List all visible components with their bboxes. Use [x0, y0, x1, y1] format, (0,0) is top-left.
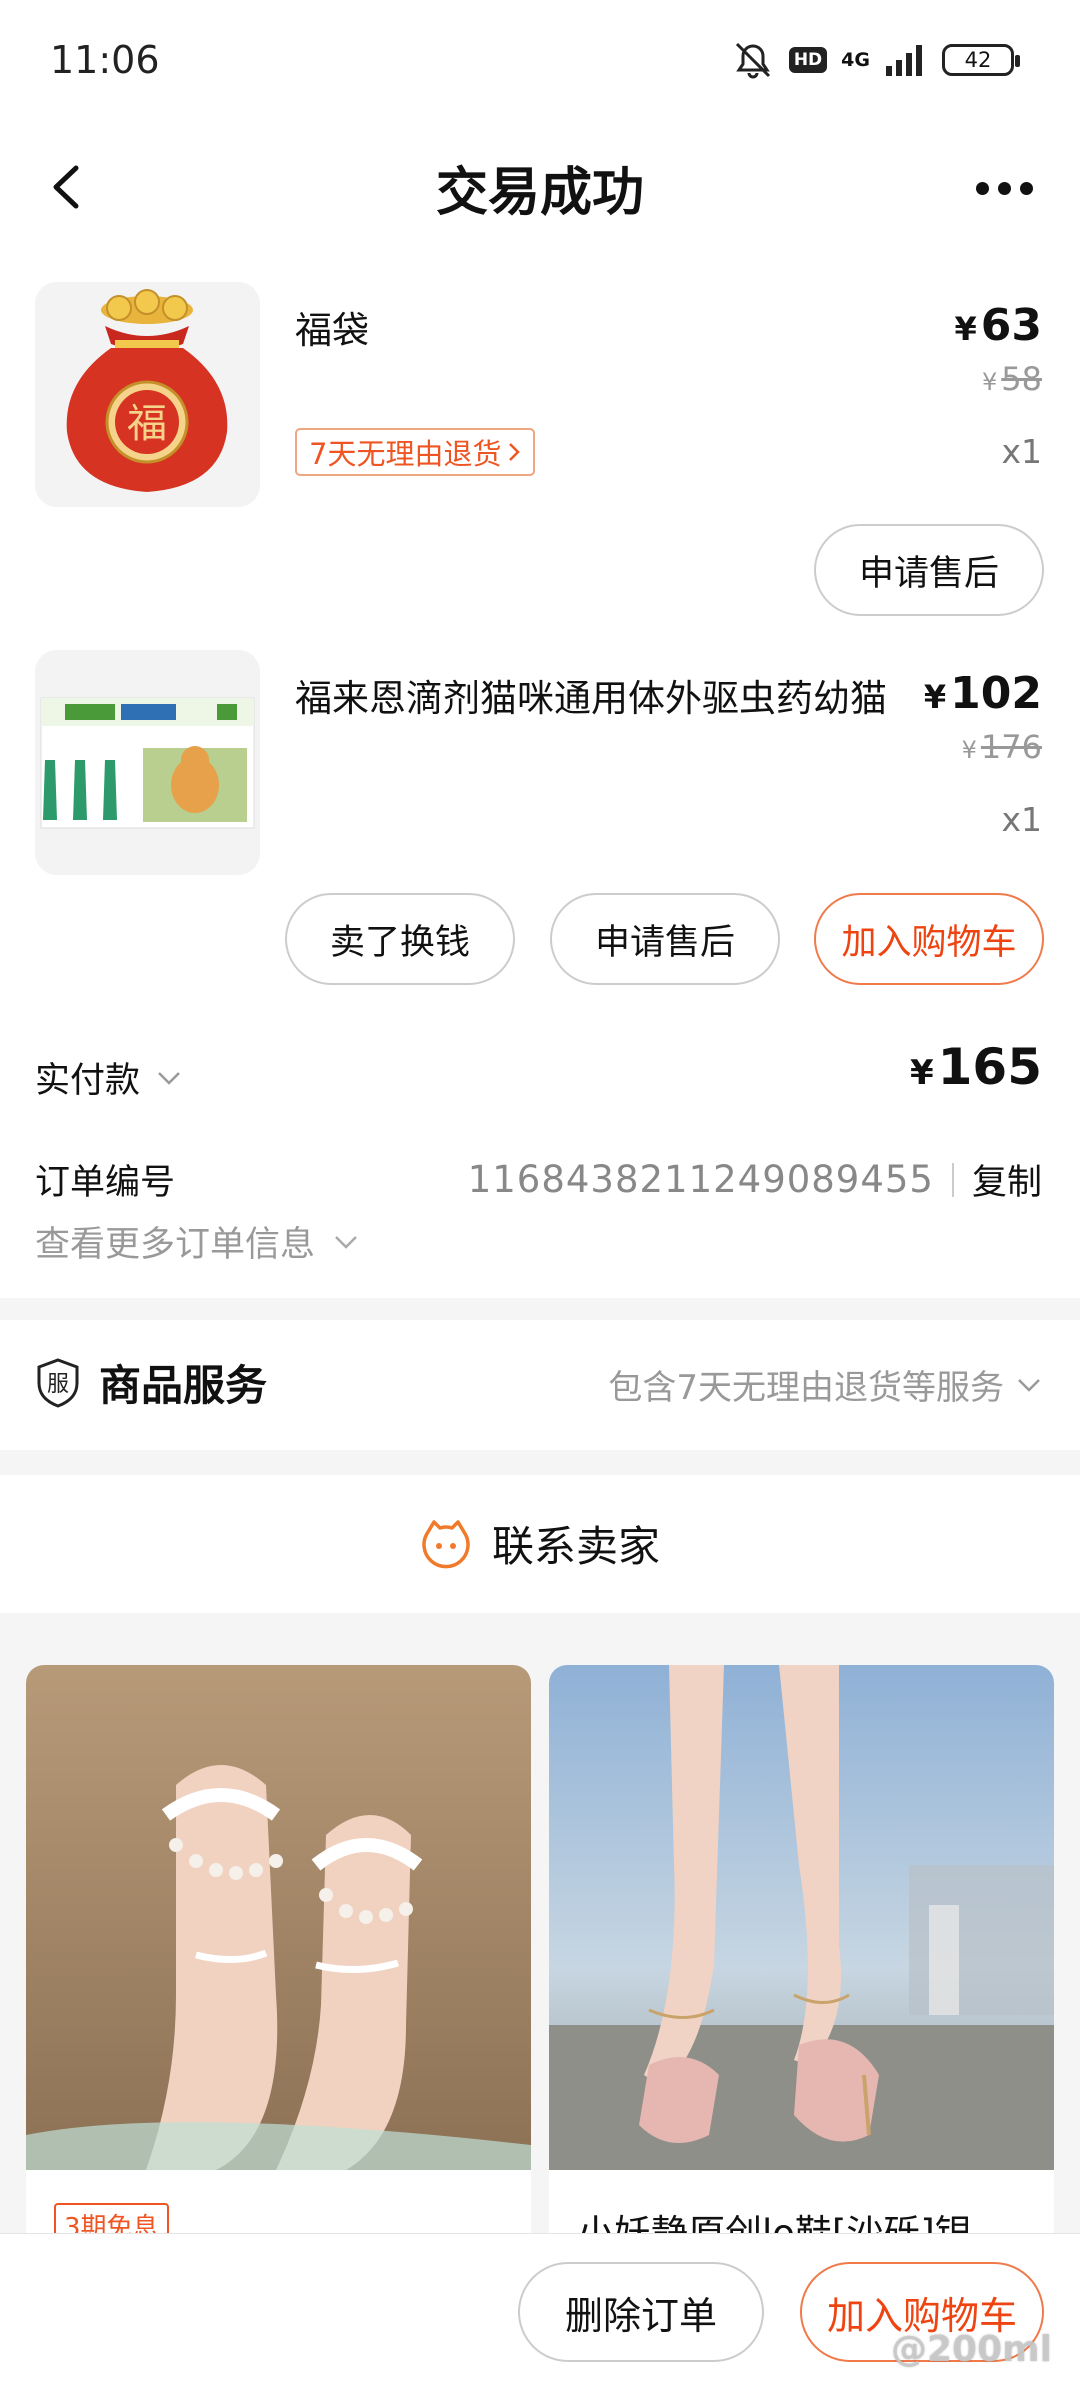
add-to-cart-button[interactable]: 加入购物车 — [814, 893, 1044, 985]
service-detail[interactable]: 包含7天无理由退货等服务 — [608, 1360, 1042, 1409]
item-thumbnail-lucky-bag[interactable]: 福 — [35, 282, 260, 507]
service-card[interactable]: 服 商品服务 包含7天无理由退货等服务 — [0, 1320, 1080, 1450]
more-order-info-toggle[interactable]: 查看更多订单信息 — [35, 1216, 359, 1267]
chevron-right-icon — [509, 443, 521, 461]
contact-seller-card: 联系卖家 — [0, 1475, 1080, 1613]
service-shield-icon: 服 — [37, 1357, 79, 1408]
contact-seller-label: 联系卖家 — [491, 1522, 660, 1571]
svg-text:福: 福 — [127, 401, 167, 447]
order-items-card: 福 福袋 ¥63 ¥58 x1 7天无理由退货 申请售后 福来恩滴剂猫咪通用体外… — [0, 248, 1080, 1298]
svg-text:服: 服 — [47, 1372, 69, 1397]
chevron-down-icon — [335, 1235, 357, 1249]
order-number-label: 订单编号 — [35, 1163, 176, 1203]
network-label: 4G — [841, 48, 870, 71]
item-thumbnail-frontline[interactable] — [35, 650, 260, 875]
after-sales-button[interactable]: 申请售后 — [550, 893, 780, 985]
service-header: 服 商品服务 — [35, 1352, 267, 1413]
lucky-bag-image: 福 — [35, 282, 260, 507]
dot-icon — [997, 181, 1011, 195]
nav-bar: 交易成功 — [0, 128, 1080, 248]
item-quantity: x1 — [1001, 800, 1042, 839]
copy-button[interactable]: 复制 — [972, 1154, 1042, 1205]
mute-bell-icon — [735, 42, 770, 79]
service-title: 商品服务 — [99, 1361, 268, 1410]
item-original-price: ¥58 — [982, 360, 1042, 398]
item-price: ¥102 — [923, 668, 1042, 719]
item-title[interactable]: 福来恩滴剂猫咪通用体外驱虫药幼猫 — [295, 668, 887, 722]
status-icons: HD 4G 42 — [731, 40, 1020, 80]
order-number-group: 1168438211249089455 复制 — [468, 1154, 1042, 1205]
contact-seller-button[interactable]: 联系卖家 — [0, 1513, 1080, 1574]
page-title: 交易成功 — [435, 163, 644, 223]
seller-face-icon — [422, 1519, 470, 1568]
order-number-row: 订单编号 1168438211249089455 复制 — [35, 1148, 1042, 1203]
delete-order-button[interactable]: 删除订单 — [518, 2262, 764, 2362]
divider — [951, 1162, 954, 1197]
frontline-product-image — [35, 650, 260, 875]
item-quantity: x1 — [1001, 432, 1042, 471]
watermark: @200ml — [891, 2329, 1052, 2370]
battery-level: 42 — [964, 48, 992, 72]
more-button[interactable] — [964, 158, 1044, 218]
payment-label-toggle[interactable]: 实付款 — [35, 1052, 182, 1103]
bottom-action-bar: 删除订单 加入购物车 @200ml — [0, 2233, 1080, 2403]
sell-for-cash-button[interactable]: 卖了换钱 — [285, 893, 515, 985]
item-title[interactable]: 福袋 — [295, 300, 369, 354]
chevron-down-icon — [1018, 1378, 1040, 1392]
status-time: 11:06 — [50, 38, 160, 82]
dot-icon — [975, 181, 989, 195]
hd-badge: HD — [788, 47, 828, 73]
status-bar: 11:06 HD 4G 42 — [0, 0, 1080, 128]
sandal-product-image — [26, 1665, 531, 2170]
item-original-price: ¥176 — [961, 728, 1042, 766]
dot-icon — [1019, 181, 1033, 195]
order-number: 1168438211249089455 — [467, 1158, 934, 1201]
payment-total: ¥165 — [909, 1038, 1042, 1096]
after-sales-button[interactable]: 申请售后 — [814, 524, 1044, 616]
payment-row: 实付款 ¥165 — [35, 1038, 1042, 1108]
battery-icon: 42 — [942, 44, 1020, 76]
return-policy-tag[interactable]: 7天无理由退货 — [295, 428, 536, 476]
item-price: ¥63 — [954, 300, 1043, 351]
signal-icon — [886, 45, 922, 76]
chevron-down-icon — [158, 1071, 180, 1085]
heel-product-image — [549, 1665, 1054, 2170]
